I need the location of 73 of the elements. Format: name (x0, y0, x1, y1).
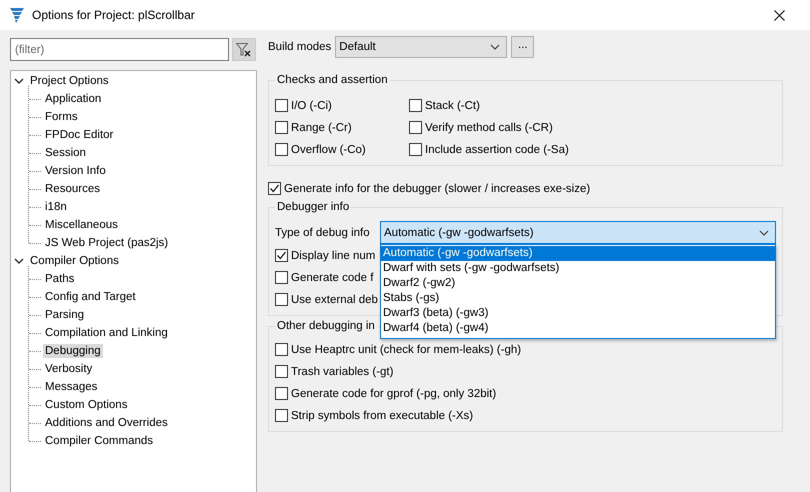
dropdown-option[interactable]: Dwarf2 (-gw2) (381, 276, 775, 291)
checkbox[interactable] (275, 387, 288, 400)
tree-item[interactable]: Session (43, 146, 88, 160)
tree-item[interactable]: Forms (43, 110, 80, 124)
group-title: Debugger info (276, 201, 350, 213)
checkbox[interactable] (275, 343, 288, 356)
dropdown-option[interactable]: Automatic (-gw -godwarfsets) (381, 246, 775, 261)
group-title: Other debugging in (276, 320, 376, 332)
dropdown-option[interactable]: Dwarf4 (beta) (-gw4) (381, 321, 775, 336)
tree-item[interactable]: Verbosity (43, 362, 94, 376)
checkbox-label: Stack (-Ct) (425, 100, 480, 112)
checkbox-label: Generate code for gprof (-pg, only 32bit) (291, 388, 496, 400)
checkbox[interactable] (409, 99, 422, 112)
tree-item[interactable]: Compilation and Linking (43, 326, 170, 340)
tree-item[interactable]: Paths (43, 272, 76, 286)
debug-type-dropdown[interactable]: Automatic (-gw -godwarfsets) (380, 221, 776, 244)
tree-item[interactable]: Application (43, 92, 104, 106)
checkbox[interactable] (275, 365, 288, 378)
tree-item[interactable]: Messages (43, 380, 100, 394)
tree-item[interactable]: Project Options (28, 74, 111, 88)
tree-item[interactable]: Config and Target (43, 290, 138, 304)
build-modes-dropdown[interactable]: Default (335, 36, 508, 58)
checkbox-label: Overflow (-Co) (291, 144, 366, 156)
chevron-down-icon[interactable] (14, 78, 24, 84)
chevron-down-icon[interactable] (14, 258, 24, 264)
checkbox-label: Use Heaptrc unit (check for mem-leaks) (-gh) (291, 344, 522, 356)
tree-item[interactable]: Debugging (43, 344, 103, 358)
debug-type-label: Type of debug info (275, 226, 371, 238)
checkbox[interactable] (268, 182, 281, 195)
checkbox-label: Strip symbols from executable (-Xs) (291, 410, 474, 422)
checkbox-label: I/O (-Ci) (291, 100, 332, 112)
more-button[interactable]: ... (511, 36, 534, 58)
tree-item[interactable]: Version Info (43, 164, 108, 178)
group-title: Checks and assertion (276, 74, 389, 86)
tree-item[interactable]: Compiler Options (28, 254, 121, 268)
tornado-icon (10, 7, 24, 23)
window-title: Options for Project: plScrollbar (32, 8, 196, 22)
checkbox[interactable] (275, 293, 288, 306)
clear-filter-button[interactable] (232, 38, 256, 61)
checkbox-label: Verify method calls (-CR) (425, 122, 553, 134)
checkbox-label: Display line num (291, 250, 376, 262)
checkbox[interactable] (275, 271, 288, 284)
checkbox[interactable] (409, 121, 422, 134)
checkbox-label: Include assertion code (-Sa) (425, 144, 569, 156)
chevron-down-icon (759, 230, 769, 236)
tree-item[interactable]: Additions and Overrides (43, 416, 170, 430)
tree-item[interactable]: Miscellaneous (43, 218, 120, 232)
dropdown-option[interactable]: Stabs (-gs) (381, 291, 775, 306)
checkbox[interactable] (275, 121, 288, 134)
checkbox[interactable] (275, 409, 288, 422)
checkbox-label: Use external deb (291, 294, 378, 306)
tree-item[interactable]: FPDoc Editor (43, 128, 116, 142)
dropdown-option[interactable]: Dwarf3 (beta) (-gw3) (381, 306, 775, 321)
checkbox[interactable] (409, 143, 422, 156)
checkbox-label: Generate code f (291, 272, 374, 284)
filter-clear-icon (236, 42, 252, 56)
dropdown-option[interactable]: Dwarf with sets (-gw -godwarfsets) (381, 261, 775, 276)
tree-item[interactable]: JS Web Project (pas2js) (43, 236, 170, 250)
checkbox-label: Generate info for the debugger (slower / increases exe-size) (284, 182, 590, 194)
checkbox[interactable] (275, 99, 288, 112)
chevron-down-icon (490, 44, 500, 50)
tree-item[interactable]: Resources (43, 182, 102, 196)
tree-item[interactable]: Parsing (43, 308, 86, 322)
checkbox-label: Range (-Cr) (291, 122, 352, 134)
close-icon (774, 10, 784, 20)
build-modes-label: Build modes (268, 41, 332, 53)
tree-item[interactable]: Custom Options (43, 398, 130, 412)
checkbox-label: Trash variables (-gt) (291, 366, 394, 378)
tree-item[interactable]: i18n (43, 200, 69, 214)
filter-field[interactable]: (filter) (10, 38, 229, 61)
tree-item[interactable]: Compiler Commands (43, 434, 156, 448)
checkbox[interactable] (275, 143, 288, 156)
checkbox[interactable] (275, 249, 288, 262)
